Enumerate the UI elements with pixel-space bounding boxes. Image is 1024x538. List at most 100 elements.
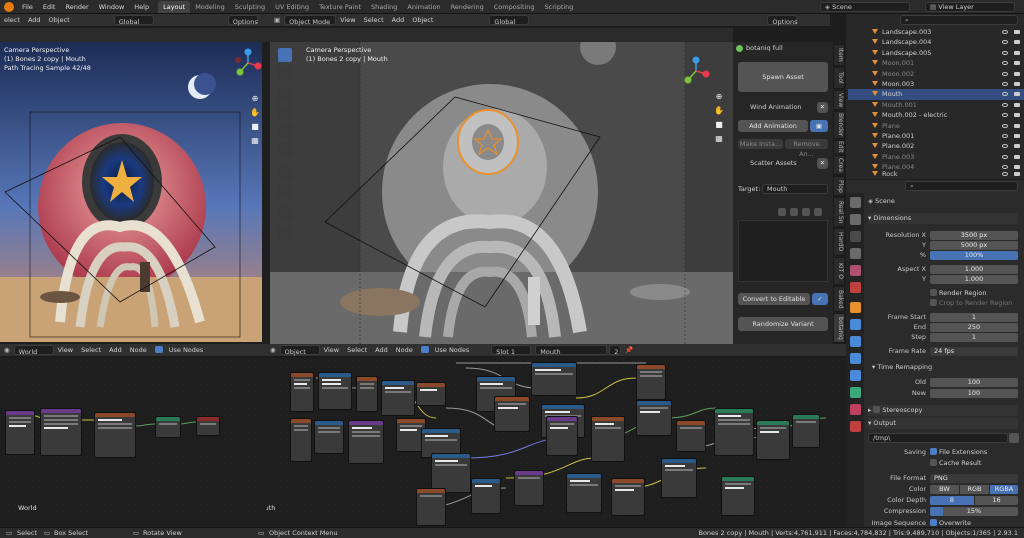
aspect-y-field[interactable]: 1.000 [930,275,1018,284]
material-select-menu[interactable]: Select [343,344,371,357]
annotate-tool-icon[interactable] [278,166,292,180]
texture-props-icon[interactable] [850,421,861,432]
add-animation-button[interactable]: Add Animation [738,120,808,132]
dimensions-header[interactable]: ▾ Dimensions [868,213,1018,224]
material-shader-type-dropdown[interactable]: Object [279,345,320,356]
left-add-menu[interactable]: Add [24,14,45,27]
tab-plop[interactable]: Plop [833,176,845,196]
world-add-menu[interactable]: Add [105,344,126,357]
tab-view[interactable]: View [833,90,845,110]
outliner-row[interactable]: Rock [848,169,1024,179]
mode-dropdown[interactable]: Object Mode [284,15,337,26]
color-depth-8-option[interactable]: 8 [930,496,974,505]
pan-hand-icon[interactable]: ✋ [250,106,260,120]
output-props-icon[interactable] [850,231,861,242]
render-camera-icon[interactable] [1014,71,1020,76]
menu-render[interactable]: Render [60,0,93,14]
tab-kitops[interactable]: KIT O [833,257,845,285]
tab-scripting[interactable]: Scripting [540,1,579,13]
material-node[interactable] [636,400,672,436]
render-camera-icon[interactable] [1014,154,1020,159]
object-props-icon[interactable] [850,302,861,313]
visibility-eye-icon[interactable] [1002,30,1008,34]
scale-tool-icon[interactable] [278,124,292,138]
outliner-row[interactable]: Landscape.004 [848,37,1024,47]
center-camera-view-icon[interactable]: ■ [713,118,725,132]
render-camera-icon[interactable] [1014,82,1020,86]
compression-slider[interactable]: 15% [930,507,1018,516]
wind-animation-header[interactable]: Wind Animation [738,102,818,113]
render-camera-icon[interactable] [1014,134,1020,138]
tab-item[interactable]: Item [833,44,845,66]
file-extensions-checkbox[interactable]: File Extensions [930,448,987,456]
resolution-x-field[interactable]: 3500 px [930,231,1018,240]
tab-baked[interactable]: Baked [833,286,845,312]
camera-view-icon[interactable]: ■ [250,120,260,134]
target-field[interactable]: Mouth [762,184,828,194]
wind-close-icon[interactable]: ✕ [817,102,828,113]
material-node[interactable] [676,420,706,452]
material-node[interactable] [514,470,544,506]
outliner-row[interactable]: Moon.002 [848,69,1024,79]
material-editor-type-icon[interactable]: ◉ [266,344,280,357]
menu-file[interactable]: File [17,0,38,14]
center-options-button[interactable]: Options [767,15,798,26]
material-node[interactable] [714,408,754,456]
visibility-eye-icon[interactable] [1002,134,1008,138]
frame-end-field[interactable]: 250 [930,323,1018,332]
tab-shading[interactable]: Shading [366,1,402,13]
editor-type-icon[interactable]: ▣ [270,14,284,27]
visibility-eye-icon[interactable] [1002,92,1008,97]
material-add-menu[interactable]: Add [371,344,392,357]
material-node[interactable] [416,382,446,406]
tab-sculpting[interactable]: Sculpting [230,1,270,13]
material-node[interactable] [531,362,577,396]
select-box-tool-icon[interactable] [278,48,292,62]
render-camera-icon[interactable] [1014,50,1020,55]
output-path-field[interactable]: /tmp\ [868,433,1008,443]
material-node[interactable] [348,420,384,464]
particles-props-icon[interactable] [850,336,861,347]
render-props-icon[interactable] [850,214,861,225]
zoom-icon[interactable]: ⊕ [250,92,260,106]
scatter-close-icon[interactable]: ✕ [817,158,828,169]
color-bw-option[interactable]: BW [930,485,959,494]
render-camera-icon[interactable] [1014,113,1020,118]
world-editor-type-icon[interactable]: ◉ [0,344,14,357]
material-node[interactable] [792,414,820,448]
center-add-menu[interactable]: Add [388,14,409,27]
randomize-variant-button[interactable]: Randomize Variant [738,317,828,331]
material-node[interactable] [290,418,312,462]
tab-tool[interactable]: Tool [833,67,845,89]
center-viewport[interactable]: Camera Perspective (1) Bones 2 copy | Mo… [270,42,733,344]
file-format-dropdown[interactable]: PNG [930,474,1018,483]
material-node-menu[interactable]: Node [392,344,417,357]
left-object-menu[interactable]: Object [45,14,74,27]
visibility-eye-icon[interactable] [1002,71,1008,76]
material-name-field[interactable]: Mouth [535,345,608,356]
remove-animation-button[interactable]: Remove An... [785,139,828,158]
material-node[interactable] [636,364,666,400]
resolution-y-field[interactable]: 5000 px [930,241,1018,250]
scatter-assets-header[interactable]: Scatter Assets [738,158,818,169]
color-depth-16-option[interactable]: 16 [975,496,1018,505]
outliner-row[interactable]: Mouth.002 - electric [848,110,1024,120]
convert-checkbox[interactable]: ✓ [812,293,828,305]
left-select-menu[interactable]: elect [0,14,24,27]
scatter-list[interactable] [738,220,828,282]
view-layer-props-icon[interactable] [850,248,861,259]
left-options-button[interactable]: Options [227,15,258,26]
crop-region-checkbox[interactable]: Crop to Render Region [930,299,1012,307]
material-node[interactable] [314,420,344,454]
frame-start-field[interactable]: 1 [930,313,1018,322]
physics-props-icon[interactable] [850,353,861,364]
center-orientation-dropdown[interactable]: Global [489,15,530,26]
world-props-icon[interactable] [850,282,861,293]
visibility-eye-icon[interactable] [1002,82,1008,86]
scatter-add-icon[interactable] [790,208,799,216]
color-rgba-option[interactable]: RGBA [990,485,1018,494]
outliner-row-selected[interactable]: Mouth [848,89,1024,100]
tab-create[interactable]: Crea [833,155,845,175]
frame-step-field[interactable]: 1 [930,333,1018,342]
visibility-eye-icon[interactable] [1002,144,1008,149]
